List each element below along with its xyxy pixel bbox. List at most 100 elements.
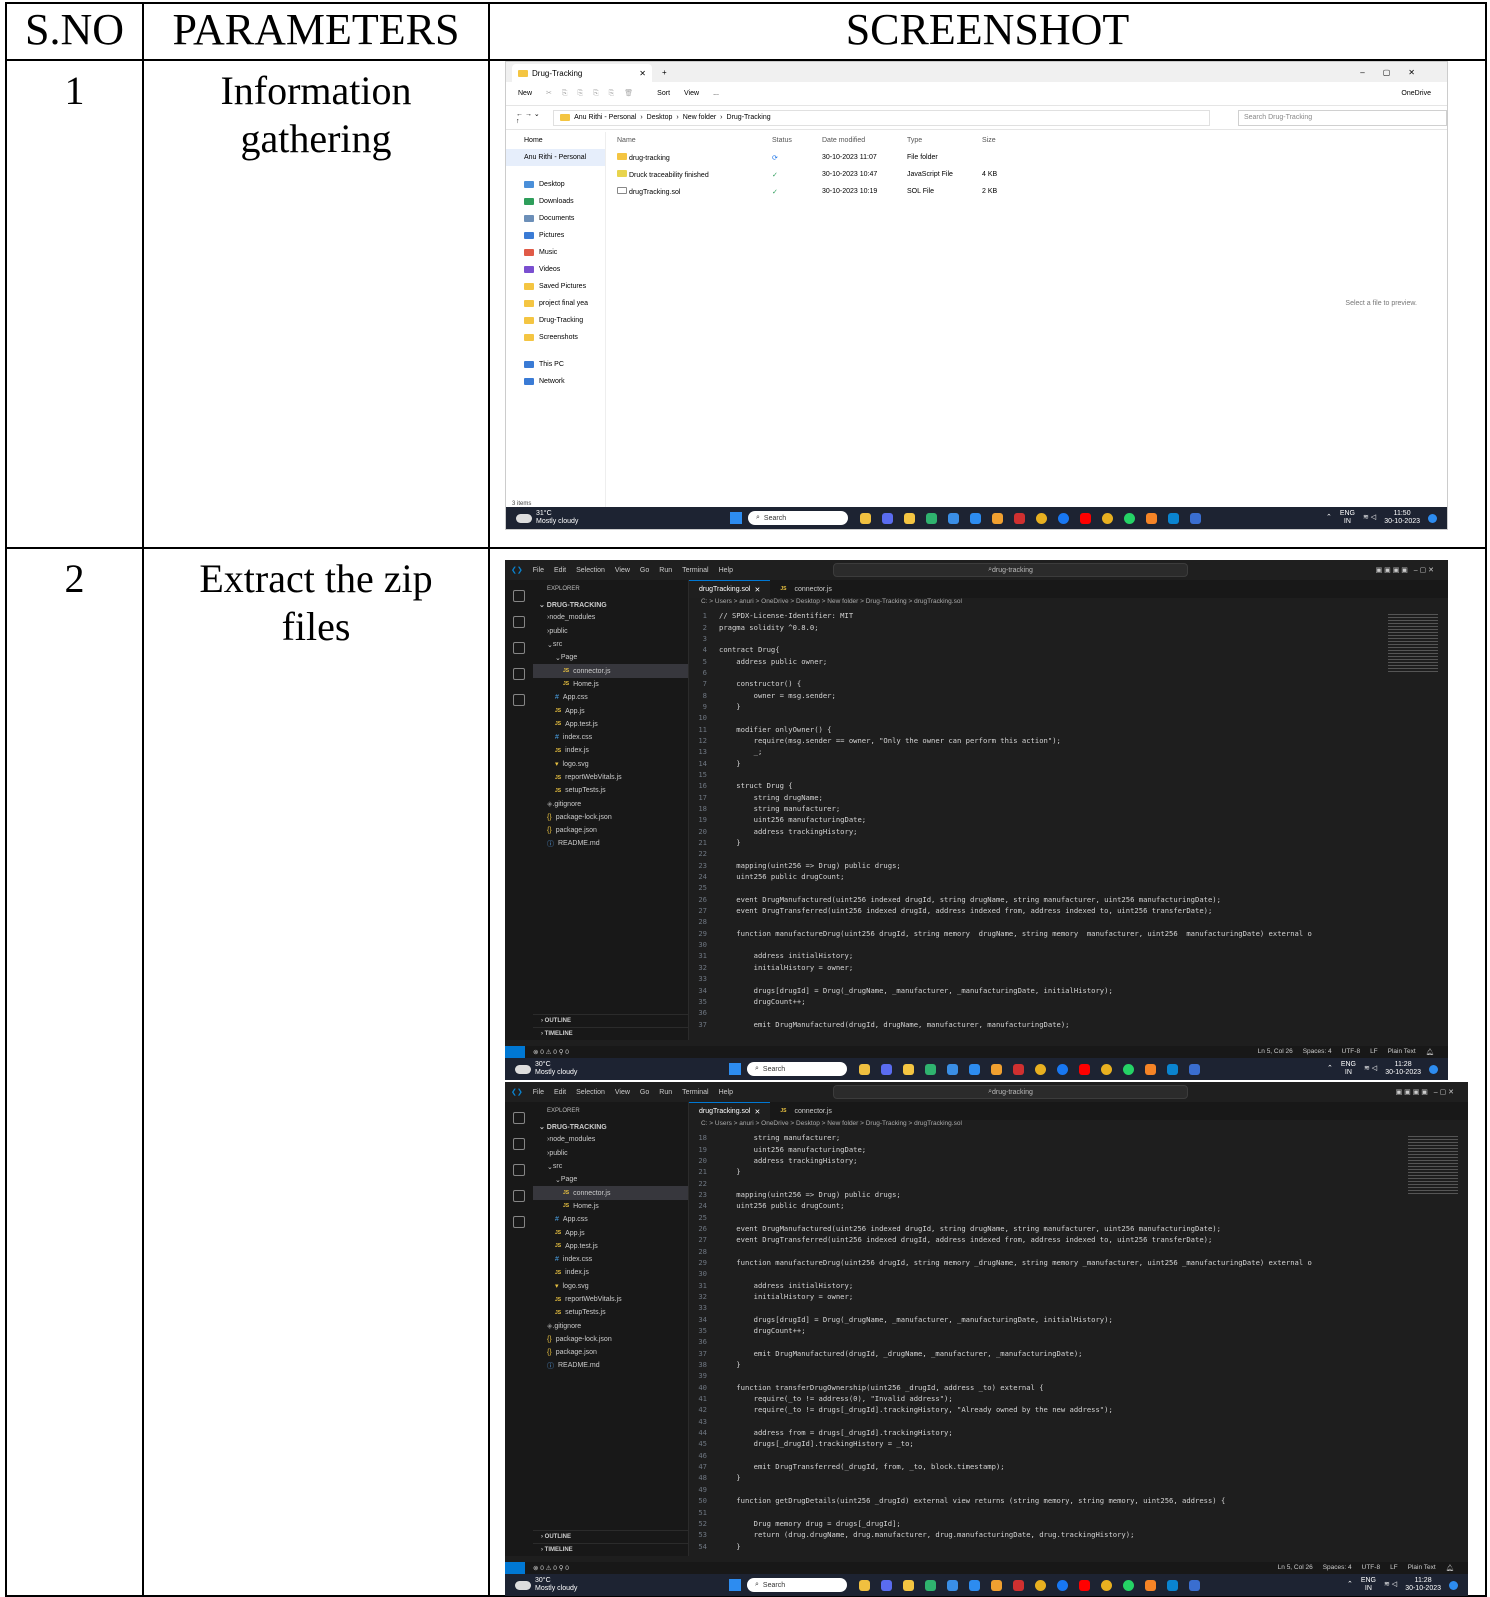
- chrome-icon[interactable]: [1101, 1579, 1112, 1591]
- whatsapp-icon[interactable]: [1123, 1063, 1134, 1075]
- file-tree-item[interactable]: JS App.test.js: [533, 1240, 688, 1253]
- menu-help[interactable]: Help: [719, 1089, 733, 1096]
- menu-run[interactable]: Run: [659, 1089, 672, 1096]
- taskbar-search[interactable]: ⌕ Search: [747, 1062, 847, 1076]
- cursor-position[interactable]: Ln 5, Col 26: [1258, 1048, 1293, 1056]
- nav-item-this-pc[interactable]: This PC: [506, 356, 605, 373]
- youtube-icon[interactable]: [1080, 512, 1091, 524]
- app-icon[interactable]: [948, 512, 959, 524]
- language-mode[interactable]: Plain Text: [1388, 1048, 1416, 1056]
- weather-widget[interactable]: 30°C Mostly cloudy: [505, 1577, 685, 1593]
- app-icon[interactable]: [859, 1063, 870, 1075]
- windows-start-icon[interactable]: [730, 512, 742, 524]
- app-icon[interactable]: [969, 1063, 980, 1075]
- file-tree-item[interactable]: ◈ .gitignore: [533, 797, 688, 810]
- file-tree-item[interactable]: JS Home.js: [533, 1200, 688, 1213]
- search-input[interactable]: Search Drug-Tracking: [1237, 109, 1447, 126]
- clock[interactable]: 11:28 30-10-2023: [1385, 1061, 1421, 1077]
- file-tree-item[interactable]: {} package.json: [533, 824, 688, 837]
- file-tree-item[interactable]: ▾ logo.svg: [533, 1280, 688, 1293]
- app-icon[interactable]: [860, 512, 871, 524]
- file-tree-item[interactable]: JS setupTests.js: [533, 1306, 688, 1319]
- menu-run[interactable]: Run: [659, 567, 672, 574]
- file-tree-item[interactable]: JS setupTests.js: [533, 784, 688, 797]
- problems-indicator[interactable]: ⊗ 0 ⚠ 0 ⚲ 0: [533, 1048, 569, 1056]
- file-tree-item[interactable]: › node_modules: [533, 611, 688, 624]
- command-center-search[interactable]: ⌕ drug-tracking: [832, 1085, 1188, 1099]
- language-indicator[interactable]: ENG IN: [1341, 1061, 1356, 1077]
- notification-icon[interactable]: [1428, 513, 1437, 523]
- nav-arrows-icon[interactable]: ← → ⌄ ↑: [516, 110, 545, 125]
- tab-connector-js[interactable]: JS connector.js: [770, 1102, 841, 1120]
- file-tree-item[interactable]: {} package-lock.json: [533, 1333, 688, 1346]
- menu-go[interactable]: Go: [640, 1089, 649, 1096]
- facebook-icon[interactable]: [1058, 512, 1069, 524]
- edit-actions-icon[interactable]: ✂⎘⎘⎘⎘🗑: [546, 89, 643, 98]
- file-tree-item[interactable]: # App.css: [533, 691, 688, 704]
- file-tree-item[interactable]: JS reportWebVitals.js: [533, 771, 688, 784]
- vscode-icon[interactable]: [1168, 512, 1179, 524]
- chrome-icon[interactable]: [1035, 1063, 1046, 1075]
- file-tree-item[interactable]: JS App.test.js: [533, 718, 688, 731]
- file-tree-item[interactable]: JS index.js: [533, 1266, 688, 1279]
- app-icon[interactable]: [881, 1579, 892, 1591]
- menu-file[interactable]: File: [533, 567, 544, 574]
- taskbar-search[interactable]: ⌕ Search: [748, 511, 848, 525]
- project-root[interactable]: ⌄ DRUG-TRACKING: [533, 598, 688, 611]
- chrome-icon[interactable]: [1101, 1063, 1112, 1075]
- vscode-icon[interactable]: [1167, 1579, 1178, 1591]
- app-icon[interactable]: [947, 1063, 958, 1075]
- new-button[interactable]: New: [518, 90, 532, 97]
- file-tree-item[interactable]: # index.css: [533, 731, 688, 744]
- source-control-icon[interactable]: [513, 642, 525, 654]
- app-icon[interactable]: [1190, 512, 1201, 524]
- chrome-icon[interactable]: [1102, 512, 1113, 524]
- bell-icon[interactable]: 🔔︎: [1446, 1564, 1454, 1572]
- nav-item-documents[interactable]: Documents: [506, 210, 605, 227]
- edge-icon[interactable]: [925, 1063, 936, 1075]
- column-date[interactable]: Date modified: [822, 137, 907, 144]
- app-icon[interactable]: [991, 1579, 1002, 1591]
- minimap[interactable]: [1408, 1134, 1458, 1194]
- column-status[interactable]: Status: [772, 137, 822, 144]
- tray-chevron-icon[interactable]: ⌃: [1327, 1065, 1333, 1073]
- app-icon[interactable]: [1014, 512, 1025, 524]
- youtube-icon[interactable]: [1079, 1579, 1090, 1591]
- app-icon[interactable]: [882, 512, 893, 524]
- file-tree-item[interactable]: JS reportWebVitals.js: [533, 1293, 688, 1306]
- nav-item-saved-pictures[interactable]: Saved Pictures: [506, 278, 605, 295]
- project-root[interactable]: ⌄ DRUG-TRACKING: [533, 1120, 688, 1133]
- indentation[interactable]: Spaces: 4: [1303, 1048, 1332, 1056]
- file-tree-item[interactable]: JS App.js: [533, 704, 688, 717]
- menu-edit[interactable]: Edit: [554, 567, 566, 574]
- clock[interactable]: 11:50 30-10-2023: [1384, 510, 1420, 526]
- file-tree-item[interactable]: {} package.json: [533, 1346, 688, 1359]
- encoding[interactable]: UTF-8: [1342, 1048, 1360, 1056]
- notification-icon[interactable]: [1449, 1580, 1458, 1590]
- explorer-tab[interactable]: Drug-Tracking ✕: [512, 64, 652, 82]
- file-explorer-icon[interactable]: [904, 512, 915, 524]
- code-editor[interactable]: 1 // SPDX-License-Identifier: MIT 2 pragma …: [689, 610, 1376, 1038]
- menu-edit[interactable]: Edit: [554, 1089, 566, 1096]
- file-tree-item[interactable]: ⓘ README.md: [533, 1359, 688, 1372]
- taskbar-search[interactable]: ⌕ Search: [747, 1578, 847, 1592]
- outline-section[interactable]: › OUTLINE: [533, 1014, 688, 1027]
- menu-selection[interactable]: Selection: [576, 1089, 605, 1096]
- explorer-icon[interactable]: [513, 1112, 525, 1124]
- tab-drugtracking-sol[interactable]: drugTracking.sol ✕: [689, 580, 771, 598]
- add-tab-icon[interactable]: +: [662, 68, 667, 77]
- onedrive-button[interactable]: OneDrive: [1401, 90, 1447, 97]
- nav-item-desktop[interactable]: Desktop: [506, 176, 605, 193]
- file-tree-item[interactable]: JS App.js: [533, 1226, 688, 1239]
- nav-item-network[interactable]: Network: [506, 373, 605, 390]
- app-icon[interactable]: [1013, 1579, 1024, 1591]
- nav-item-videos[interactable]: Videos: [506, 261, 605, 278]
- file-tree-item[interactable]: # App.css: [533, 1213, 688, 1226]
- file-tree-item[interactable]: ▾ logo.svg: [533, 758, 688, 771]
- app-icon[interactable]: [1189, 1063, 1200, 1075]
- run-debug-icon[interactable]: [513, 668, 525, 680]
- windows-start-icon[interactable]: [729, 1063, 741, 1075]
- app-icon[interactable]: [992, 512, 1003, 524]
- nav-item-onedrive[interactable]: Anu Rithi - Personal: [506, 149, 605, 166]
- file-explorer-icon[interactable]: [903, 1063, 914, 1075]
